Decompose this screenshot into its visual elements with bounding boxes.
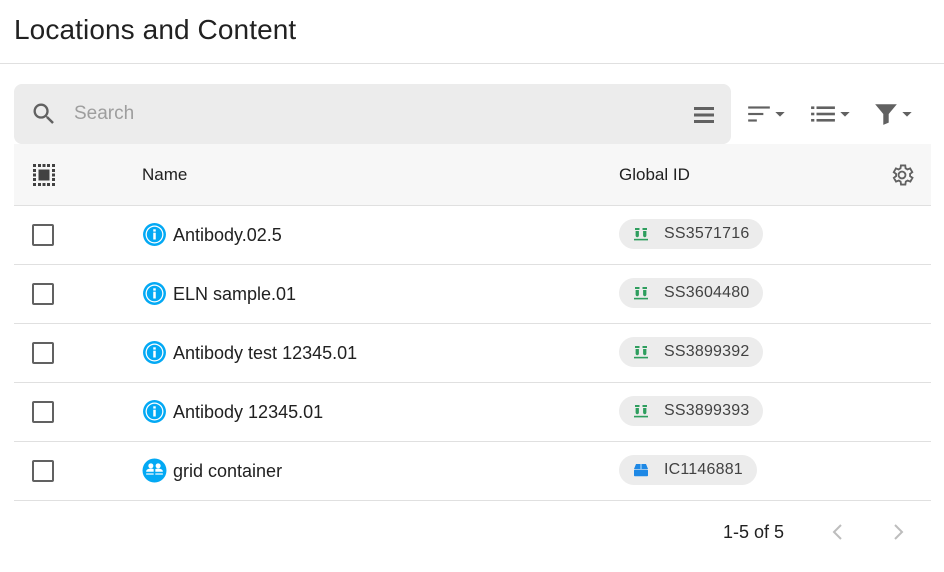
global-id-label: SS3604480 bbox=[664, 284, 750, 301]
table-row[interactable]: Antibody 12345.01 SS3899393 bbox=[14, 383, 931, 442]
global-id-label: SS3899393 bbox=[664, 402, 750, 419]
chevron-right-icon[interactable] bbox=[886, 520, 910, 544]
row-name[interactable]: Antibody 12345.01 bbox=[173, 402, 323, 423]
row-checkbox[interactable] bbox=[32, 224, 54, 246]
chevron-down-icon bbox=[775, 112, 785, 117]
page-title: Locations and Content bbox=[14, 14, 297, 45]
search-bar bbox=[14, 84, 731, 144]
subsample-icon bbox=[634, 228, 648, 241]
row-name[interactable]: grid container bbox=[173, 461, 282, 482]
global-id-chip[interactable]: SS3899393 bbox=[619, 396, 764, 426]
chevron-down-icon bbox=[902, 112, 912, 117]
global-id-chip[interactable]: SS3899392 bbox=[619, 337, 764, 367]
row-name[interactable]: ELN sample.01 bbox=[173, 284, 296, 305]
global-id-label: SS3899392 bbox=[664, 343, 750, 360]
global-id-label: SS3571716 bbox=[664, 225, 750, 242]
gear-icon[interactable] bbox=[889, 162, 915, 188]
subsample-icon bbox=[634, 346, 648, 359]
sort-icon bbox=[748, 106, 770, 122]
table-header: Name Global ID bbox=[14, 144, 931, 206]
info-icon[interactable] bbox=[142, 399, 167, 424]
global-id-chip[interactable]: SS3604480 bbox=[619, 278, 764, 308]
chevron-left-icon[interactable] bbox=[826, 520, 850, 544]
global-id-chip[interactable]: SS3571716 bbox=[619, 219, 764, 249]
table-row[interactable]: Antibody.02.5 SS3571716 bbox=[14, 206, 931, 265]
chevron-down-icon bbox=[840, 112, 850, 117]
row-checkbox[interactable] bbox=[32, 460, 54, 482]
search-options-menu-icon[interactable] bbox=[692, 103, 716, 127]
info-icon[interactable] bbox=[142, 222, 167, 247]
filter-button[interactable] bbox=[873, 98, 915, 130]
row-name[interactable]: Antibody test 12345.01 bbox=[173, 343, 357, 364]
info-icon[interactable] bbox=[142, 340, 167, 365]
column-header-name[interactable]: Name bbox=[142, 165, 187, 185]
container-grid-icon[interactable] bbox=[142, 458, 167, 483]
table-row[interactable]: Antibody test 12345.01 SS3899392 bbox=[14, 324, 931, 383]
global-id-chip[interactable]: IC1146881 bbox=[619, 455, 757, 485]
column-header-global-id[interactable]: Global ID bbox=[619, 165, 690, 185]
info-icon[interactable] bbox=[142, 281, 167, 306]
select-all-icon[interactable] bbox=[32, 163, 56, 187]
filter-icon bbox=[875, 104, 897, 125]
global-id-label: IC1146881 bbox=[664, 461, 743, 478]
sort-button[interactable] bbox=[746, 98, 788, 130]
list-view-icon bbox=[811, 106, 835, 122]
row-checkbox[interactable] bbox=[32, 401, 54, 423]
container-icon bbox=[634, 464, 648, 477]
row-checkbox[interactable] bbox=[32, 342, 54, 364]
view-mode-button[interactable] bbox=[809, 98, 853, 130]
subsample-icon bbox=[634, 405, 648, 418]
title-divider bbox=[0, 63, 944, 64]
pagination-range: 1-5 of 5 bbox=[723, 522, 785, 542]
table-row[interactable]: grid container IC1146881 bbox=[14, 442, 931, 501]
row-checkbox[interactable] bbox=[32, 283, 54, 305]
search-icon[interactable] bbox=[30, 100, 58, 128]
search-input[interactable] bbox=[74, 98, 674, 130]
row-name[interactable]: Antibody.02.5 bbox=[173, 225, 282, 246]
table-row[interactable]: ELN sample.01 SS3604480 bbox=[14, 265, 931, 324]
subsample-icon bbox=[634, 287, 648, 300]
